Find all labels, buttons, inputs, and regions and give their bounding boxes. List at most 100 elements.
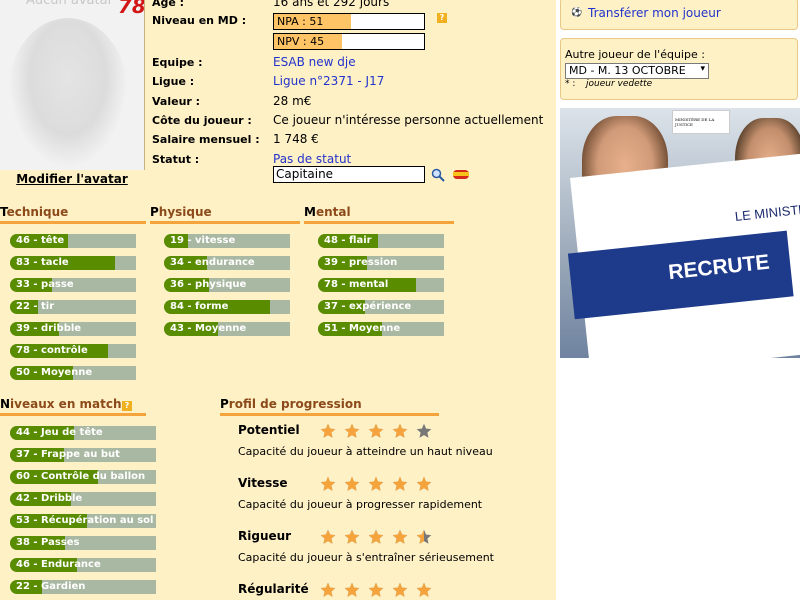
npv-text: NPV : 45 [277,35,325,48]
skill-bar-label: 51 - Moyenne [324,323,401,334]
skill-bar: 22 - Gardien [10,580,156,594]
age-value: 16 ans et 292 jours [273,0,390,9]
capitaine-field[interactable]: Capitaine [273,166,425,183]
skill-bar-label: 37 - Frappe au but [16,449,120,460]
skill-bar: 19 - vitesse [164,234,290,248]
npv-bar: NPV : 45 [273,33,425,50]
armband-icon[interactable] [452,167,470,181]
skill-bar: 53 - Récupération au sol [10,514,156,528]
skill-bar: 60 - Contrôle du ballon [10,470,156,484]
star-icon [416,423,432,438]
salaire-value: 1 748 € [273,132,319,146]
skill-bar-label: 48 - flair [324,235,372,246]
skill-bar-label: 39 - dribble [16,323,82,334]
skill-bar-label: 36 - physique [170,279,247,290]
skill-bar: 83 - tacle [10,256,136,270]
help-icon[interactable]: ? [122,401,132,411]
avatar: Aucun avatar 78 [0,0,145,170]
skill-bar-label: 33 - passe [16,279,74,290]
star-icon [392,529,408,544]
equipe-link[interactable]: ESAB new dje [273,55,356,69]
skill-bar: 43 - Moyenne [164,322,290,336]
skill-bar-label: 19 - vitesse [170,235,236,246]
technique-header: Technique [0,205,146,224]
skill-bar-label: 60 - Contrôle du ballon [16,471,146,482]
skill-bar-label: 37 - expérience [324,301,412,312]
other-player-select[interactable]: MD - M. 13 OCTOBRE ▾ [565,63,709,79]
skill-bar: 39 - dribble [10,322,136,336]
skill-bar-label: 44 - Jeu de tête [16,427,103,438]
transfer-box: ⚽ Transférer mon joueur [560,0,798,30]
skill-bar-label: 83 - tacle [16,257,69,268]
profil-description: Capacité du joueur à progresser rapideme… [238,498,483,511]
skill-bar-label: 78 - mental [324,279,389,290]
skill-bar-label: 39 - pression [324,257,398,268]
star-icon [416,529,432,544]
skill-bar: 46 - tête [10,234,136,248]
help-icon[interactable]: ? [437,13,447,23]
statut-link[interactable]: Pas de statut [273,152,351,166]
skill-bar-label: 53 - Récupération au sol [16,515,154,526]
skill-bar: 84 - forme [164,300,290,314]
skill-bar: 42 - Dribble [10,492,156,506]
transfer-link[interactable]: Transférer mon joueur [588,6,721,20]
note-star: * : [565,79,576,89]
skill-bar: 38 - Passes [10,536,156,550]
other-player-box: Autre joueur de l'équipe : MD - M. 13 OC… [560,38,798,100]
equipe-label: Equipe : [152,56,203,69]
salaire-label: Salaire mensuel : [152,133,260,146]
skill-bar: 37 - Frappe au but [10,448,156,462]
ad-logo: MINISTÈRE DE LA JUSTICE [672,110,730,134]
star-icon [344,476,360,491]
star-icon [320,476,336,491]
skill-bar-label: 22 - Gardien [16,581,86,592]
star-icon [368,476,384,491]
skill-bar: 39 - pression [318,256,444,270]
skill-bar-label: 38 - Passes [16,537,80,548]
chevron-down-icon: ▾ [700,64,705,74]
mental-header: Mental [304,205,454,224]
star-icon [392,476,408,491]
skill-bar-label: 34 - endurance [170,257,255,268]
ligue-label: Ligue : [152,75,195,88]
valeur-label: Valeur : [152,95,201,108]
star-icon [416,582,432,597]
modify-avatar-link[interactable]: Modifier l'avatar [0,170,144,188]
profil-title: Potentiel [238,423,300,437]
niveau-label: Niveau en MD : [152,14,247,27]
skill-bar-label: 78 - contrôle [16,345,88,356]
star-icon [344,529,360,544]
star-icon [320,423,336,438]
skill-bar: 33 - passe [10,278,136,292]
star-icon [368,423,384,438]
star-icon [416,476,432,491]
star-icon [368,529,384,544]
statut-label: Statut : [152,153,200,166]
skill-bar: 34 - endurance [164,256,290,270]
star-icon [344,582,360,597]
profil-title: Régularité [238,582,309,596]
avatar-title: Aucun avatar [26,0,113,8]
star-icon [392,582,408,597]
player-number: 78 [118,0,145,18]
profil-header: Profil de progression [220,397,439,416]
capitaine-text: Capitaine [276,167,334,181]
valeur-value: 28 m€ [273,94,312,108]
note-text: joueur vedette [586,79,653,89]
cote-value: Ce joueur n'intéresse personne actuellem… [273,113,544,127]
star-icon [344,423,360,438]
advertisement-banner[interactable]: MINISTÈRE DE LA JUSTICE LE MINISTÈ RECRU… [560,108,800,358]
skill-bar: 50 - Moyenne [10,366,136,380]
skill-bar-label: 46 - Endurance [16,559,101,570]
skill-bar: 36 - physique [164,278,290,292]
profil-description: Capacité du joueur à s'entraîner sérieus… [238,551,494,564]
search-icon[interactable] [431,168,445,182]
other-player-selected: MD - M. 13 OCTOBRE [569,64,686,77]
ligue-link[interactable]: Ligue n°2371 - J17 [273,74,384,88]
skill-bar-label: 84 - forme [170,301,229,312]
skill-bar: 44 - Jeu de tête [10,426,156,440]
skill-bar-label: 42 - Dribble [16,493,83,504]
age-label: Age : [152,0,185,9]
star-icon [320,582,336,597]
npa-text: NPA : 51 [277,15,324,28]
